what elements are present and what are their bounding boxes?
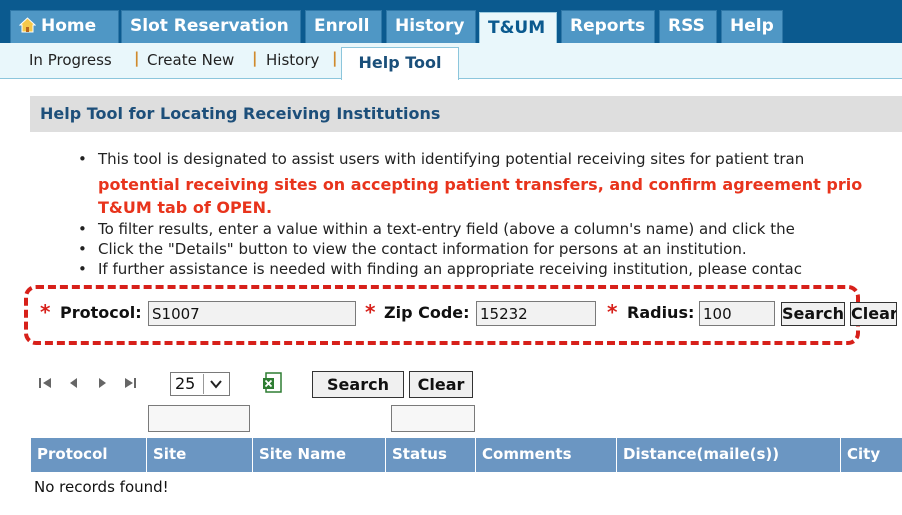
results-table-header: Protocol Site Site Name Status Comments … (31, 438, 902, 472)
column-header-site-name[interactable]: Site Name (253, 438, 386, 472)
bullet-text: To filter results, enter a value within … (98, 220, 795, 238)
zip-code-input[interactable] (476, 301, 596, 326)
bullet-dot: • (78, 260, 87, 278)
home-icon (19, 17, 36, 33)
section-title: Help Tool for Locating Receiving Institu… (30, 96, 902, 132)
top-nav: Home Slot Reservation Enroll History T&U… (0, 0, 902, 43)
site-filter-input[interactable] (148, 405, 250, 432)
tab-label: History (395, 16, 465, 36)
zip-code-label: Zip Code: (384, 303, 470, 322)
previous-page-icon[interactable] (66, 376, 82, 390)
tab-label: Help (730, 16, 774, 36)
tab-label: RSS (668, 16, 705, 36)
grid-clear-button[interactable]: Clear (409, 371, 473, 398)
protocol-label: Protocol: (60, 303, 142, 322)
tab-label: Enroll (314, 16, 370, 36)
search-button[interactable]: Search (781, 302, 845, 326)
tab-reports[interactable]: Reports (561, 10, 655, 43)
alert-text: potential receiving sites on accepting p… (98, 175, 863, 194)
required-marker: * (365, 300, 376, 324)
bullet-dot: • (78, 240, 87, 258)
excel-export-icon[interactable] (262, 372, 282, 394)
chevron-down-icon (203, 374, 228, 394)
column-header-comments[interactable]: Comments (476, 438, 617, 472)
bullet-dot: • (78, 220, 87, 238)
subnav-separator: | (134, 49, 140, 67)
tab-help[interactable]: Help (721, 10, 783, 43)
tab-slot-reservation[interactable]: Slot Reservation (121, 10, 301, 43)
last-page-icon[interactable] (122, 376, 138, 390)
alert-text: T&UM tab of OPEN. (98, 198, 273, 217)
first-page-icon[interactable] (38, 376, 54, 390)
tab-tum[interactable]: T&UM (479, 12, 557, 43)
grid-search-button[interactable]: Search (312, 371, 404, 398)
column-header-status[interactable]: Status (386, 438, 476, 472)
bullet-text: Click the "Details" button to view the c… (98, 240, 747, 258)
required-marker: * (40, 300, 51, 324)
tab-home[interactable]: Home (10, 10, 119, 43)
status-filter-input[interactable] (391, 405, 475, 432)
subnav-create-new[interactable]: Create New (147, 51, 234, 69)
bullet-dot: • (78, 150, 87, 168)
bullet-text: This tool is designated to assist users … (98, 150, 805, 168)
column-header-distance[interactable]: Distance(maile(s)) (617, 438, 841, 472)
tab-label: Reports (570, 16, 646, 36)
tab-label: T&UM (488, 18, 546, 38)
tab-label: Slot Reservation (130, 16, 289, 36)
column-header-site[interactable]: Site (147, 438, 253, 472)
tab-home-label: Home (41, 16, 97, 36)
tab-history[interactable]: History (386, 10, 476, 43)
page-size-select[interactable]: 25 (170, 372, 230, 396)
subnav-in-progress[interactable]: In Progress (29, 51, 112, 69)
tab-enroll[interactable]: Enroll (305, 10, 382, 43)
subnav-separator: | (332, 49, 338, 67)
protocol-input[interactable] (148, 301, 356, 326)
bullet-text: If further assistance is needed with fin… (98, 260, 802, 278)
clear-button[interactable]: Clear (850, 302, 897, 326)
subnav-history[interactable]: History (266, 51, 319, 69)
required-marker: * (607, 300, 618, 324)
next-page-icon[interactable] (94, 376, 110, 390)
column-header-protocol[interactable]: Protocol (31, 438, 147, 472)
radius-input[interactable] (699, 301, 775, 326)
tab-rss[interactable]: RSS (659, 10, 717, 43)
radius-label: Radius: (627, 303, 695, 322)
subnav-help-tool[interactable]: Help Tool (341, 47, 459, 80)
empty-message: No records found! (34, 478, 169, 496)
subnav-separator: | (252, 49, 258, 67)
column-header-city[interactable]: City (841, 438, 902, 472)
page-size-value: 25 (175, 374, 196, 393)
